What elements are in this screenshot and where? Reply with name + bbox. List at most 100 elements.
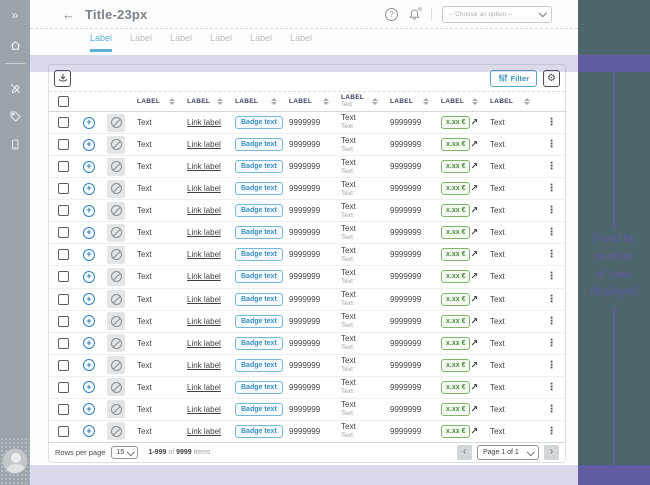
link-label[interactable]: Link label xyxy=(187,361,221,370)
prev-page-button[interactable]: ‹ xyxy=(457,445,472,460)
row-menu-button[interactable]: ⋮ xyxy=(547,183,557,194)
user-avatar[interactable] xyxy=(2,448,28,474)
link-label[interactable]: Link label xyxy=(187,184,221,193)
link-label[interactable]: Link label xyxy=(187,162,221,171)
download-button[interactable] xyxy=(54,70,71,87)
row-checkbox[interactable] xyxy=(58,117,69,128)
open-external-icon[interactable]: ↗ xyxy=(470,227,478,238)
tab-6[interactable]: Label xyxy=(290,33,312,52)
row-menu-button[interactable]: ⋮ xyxy=(547,205,557,216)
tab-1[interactable]: Label xyxy=(90,33,112,52)
open-external-icon[interactable]: ↗ xyxy=(470,360,478,371)
link-label[interactable]: Link label xyxy=(187,118,221,127)
expand-row-button[interactable]: + xyxy=(83,271,95,283)
open-external-icon[interactable]: ↗ xyxy=(470,426,478,437)
row-menu-button[interactable]: ⋮ xyxy=(547,294,557,305)
header-option-select[interactable]: -- Choose an option -- xyxy=(442,6,552,23)
open-external-icon[interactable]: ↗ xyxy=(470,117,478,128)
sort-icon[interactable] xyxy=(215,96,225,108)
sort-icon[interactable] xyxy=(370,96,380,108)
expand-row-button[interactable]: + xyxy=(83,337,95,349)
open-external-icon[interactable]: ↗ xyxy=(470,382,478,393)
sort-icon[interactable] xyxy=(167,96,177,108)
open-external-icon[interactable]: ↗ xyxy=(470,161,478,172)
edit-disabled-icon[interactable] xyxy=(0,77,30,99)
expand-row-button[interactable]: + xyxy=(83,205,95,217)
row-checkbox[interactable] xyxy=(58,249,69,260)
open-external-icon[interactable]: ↗ xyxy=(470,338,478,349)
next-page-button[interactable]: › xyxy=(544,445,559,460)
link-label[interactable]: Link label xyxy=(187,383,221,392)
row-menu-button[interactable]: ⋮ xyxy=(547,161,557,172)
expand-row-button[interactable]: + xyxy=(83,117,95,129)
row-checkbox[interactable] xyxy=(58,161,69,172)
select-all-checkbox[interactable] xyxy=(58,96,69,107)
notification-bell-icon[interactable] xyxy=(408,8,421,21)
sort-icon[interactable] xyxy=(269,96,279,108)
link-label[interactable]: Link label xyxy=(187,339,221,348)
expand-row-button[interactable]: + xyxy=(83,161,95,173)
page-size-select[interactable]: 15 xyxy=(111,446,138,459)
row-checkbox[interactable] xyxy=(58,382,69,393)
open-external-icon[interactable]: ↗ xyxy=(470,205,478,216)
link-label[interactable]: Link label xyxy=(187,206,221,215)
open-external-icon[interactable]: ↗ xyxy=(470,183,478,194)
row-checkbox[interactable] xyxy=(58,227,69,238)
sort-icon[interactable] xyxy=(421,96,431,108)
open-external-icon[interactable]: ↗ xyxy=(470,404,478,415)
collapse-sidebar-icon[interactable]: » xyxy=(0,4,30,26)
row-menu-button[interactable]: ⋮ xyxy=(547,316,557,327)
settings-gear-button[interactable]: ⚙ xyxy=(543,70,560,87)
row-checkbox[interactable] xyxy=(58,426,69,437)
open-external-icon[interactable]: ↗ xyxy=(470,271,478,282)
row-menu-button[interactable]: ⋮ xyxy=(547,404,557,415)
sort-icon[interactable] xyxy=(470,96,480,108)
row-menu-button[interactable]: ⋮ xyxy=(547,426,557,437)
link-label[interactable]: Link label xyxy=(187,272,221,281)
open-external-icon[interactable]: ↗ xyxy=(470,294,478,305)
back-arrow-button[interactable]: ← xyxy=(62,8,75,21)
sort-icon[interactable] xyxy=(321,96,331,108)
row-menu-button[interactable]: ⋮ xyxy=(547,360,557,371)
tag-icon[interactable] xyxy=(0,105,30,127)
link-label[interactable]: Link label xyxy=(187,405,221,414)
row-checkbox[interactable] xyxy=(58,183,69,194)
device-icon[interactable] xyxy=(0,133,30,155)
expand-row-button[interactable]: + xyxy=(83,249,95,261)
filter-button[interactable]: Filter xyxy=(490,70,537,87)
row-checkbox[interactable] xyxy=(58,205,69,216)
tab-5[interactable]: Label xyxy=(250,33,272,52)
link-label[interactable]: Link label xyxy=(187,228,221,237)
row-checkbox[interactable] xyxy=(58,139,69,150)
tab-4[interactable]: Label xyxy=(210,33,232,52)
expand-row-button[interactable]: + xyxy=(83,139,95,151)
open-external-icon[interactable]: ↗ xyxy=(470,316,478,327)
row-menu-button[interactable]: ⋮ xyxy=(547,382,557,393)
expand-row-button[interactable]: + xyxy=(83,315,95,327)
link-label[interactable]: Link label xyxy=(187,250,221,259)
expand-row-button[interactable]: + xyxy=(83,227,95,239)
expand-row-button[interactable]: + xyxy=(83,381,95,393)
link-label[interactable]: Link label xyxy=(187,295,221,304)
row-checkbox[interactable] xyxy=(58,294,69,305)
row-checkbox[interactable] xyxy=(58,316,69,327)
row-menu-button[interactable]: ⋮ xyxy=(547,338,557,349)
row-menu-button[interactable]: ⋮ xyxy=(547,249,557,260)
tab-2[interactable]: Label xyxy=(130,33,152,52)
home-icon[interactable] xyxy=(0,34,30,56)
sort-icon[interactable] xyxy=(522,96,532,108)
row-menu-button[interactable]: ⋮ xyxy=(547,227,557,238)
open-external-icon[interactable]: ↗ xyxy=(470,139,478,150)
expand-row-button[interactable]: + xyxy=(83,425,95,437)
link-label[interactable]: Link label xyxy=(187,317,221,326)
link-label[interactable]: Link label xyxy=(187,427,221,436)
row-checkbox[interactable] xyxy=(58,360,69,371)
row-checkbox[interactable] xyxy=(58,404,69,415)
page-select[interactable]: Page 1 of 1 xyxy=(477,445,539,460)
row-menu-button[interactable]: ⋮ xyxy=(547,117,557,128)
row-checkbox[interactable] xyxy=(58,271,69,282)
link-label[interactable]: Link label xyxy=(187,140,221,149)
expand-row-button[interactable]: + xyxy=(83,403,95,415)
row-menu-button[interactable]: ⋮ xyxy=(547,139,557,150)
tab-3[interactable]: Label xyxy=(170,33,192,52)
